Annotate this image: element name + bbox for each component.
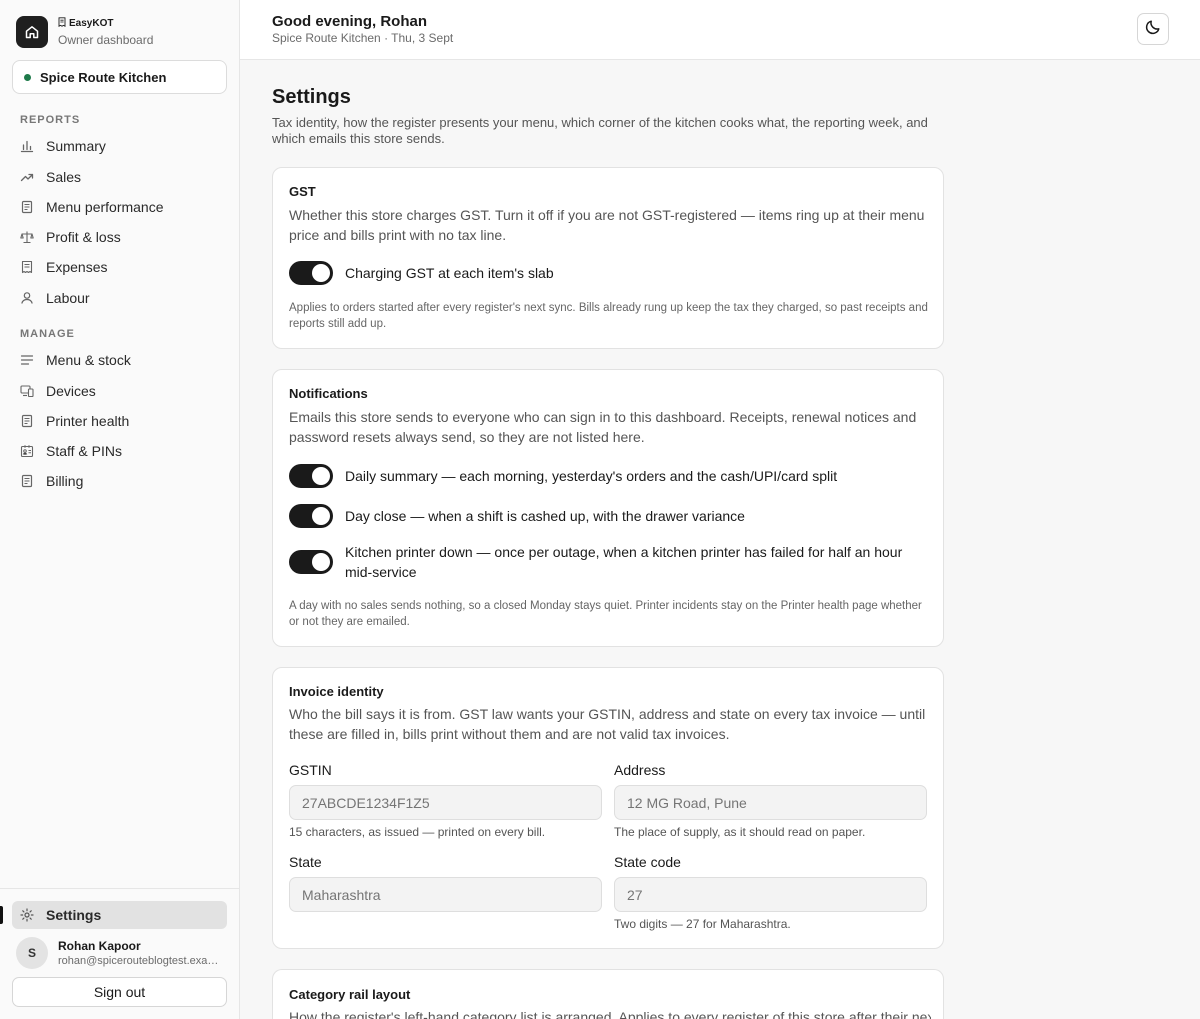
card-title: Invoice identity <box>289 684 384 699</box>
user-name: Rohan Kapoor <box>58 938 141 953</box>
sidebar-item-labour[interactable]: Labour <box>12 284 227 312</box>
notification-row-printer-down: Kitchen printer down — once per outage, … <box>289 542 929 582</box>
greeting: Good evening, Rohan <box>272 13 428 30</box>
card-description: How the register's left-hand category li… <box>289 1009 931 1019</box>
address-label: Address <box>614 762 666 778</box>
theme-toggle-button[interactable] <box>1137 13 1169 45</box>
sidebar-item-menu-stock[interactable]: Menu & stock <box>12 346 227 374</box>
home-icon <box>16 16 48 48</box>
receipt-logo-icon <box>58 16 66 32</box>
toggle-label: Day close — when a shift is cashed up, w… <box>345 508 745 524</box>
sidebar-item-menu-performance[interactable]: Menu performance <box>12 193 227 221</box>
page-description: Tax identity, how the register presents … <box>272 115 928 146</box>
brand-name: EasyKOT <box>69 18 114 29</box>
sidebar-item-sales[interactable]: Sales <box>12 163 227 191</box>
gstin-help: 15 characters, as issued — printed on ev… <box>289 825 546 839</box>
sidebar-item-label: Summary <box>46 138 106 154</box>
card-description: Who the bill says it is from. GST law wa… <box>289 706 926 742</box>
card-description: Emails this store sends to everyone who … <box>289 409 917 445</box>
sidebar-item-label: Menu & stock <box>46 352 131 368</box>
store-status-dot <box>24 73 31 81</box>
state-code-label: State code <box>614 854 681 870</box>
id-card-icon <box>20 444 34 458</box>
card-title: Notifications <box>289 386 368 401</box>
receipt-icon <box>20 474 34 488</box>
sign-out-button[interactable]: Sign out <box>12 977 227 1007</box>
notifications-card: Notifications Emails this store sends to… <box>272 369 944 647</box>
top-header: Good evening, Rohan Spice Route Kitchen … <box>240 0 1200 60</box>
invoice-identity-card: Invoice identity Who the bill says it is… <box>272 667 944 949</box>
gst-toggle[interactable] <box>289 261 333 285</box>
state-code-help: Two digits — 27 for Maharashtra. <box>614 917 791 931</box>
toggle-label: Kitchen printer down — once per outage, … <box>345 544 903 580</box>
daily-summary-toggle[interactable] <box>289 464 333 488</box>
user-profile[interactable]: S Rohan Kapoor rohan@spicerouteblogtest.… <box>16 937 222 969</box>
card-title: Category rail layout <box>289 987 411 1002</box>
bar-chart-icon <box>20 139 34 153</box>
sidebar-item-profit-loss[interactable]: Profit & loss <box>12 223 227 251</box>
sidebar: EasyKOT Owner dashboard Spice Route Kitc… <box>0 0 240 1019</box>
brand[interactable]: EasyKOT Owner dashboard <box>16 16 153 48</box>
list-icon <box>20 353 34 367</box>
gst-toggle-row: Charging GST at each item's slab <box>289 261 554 285</box>
sidebar-item-label: Staff & PINs <box>46 443 122 459</box>
sidebar-item-label: Billing <box>46 473 84 489</box>
nav-section-reports: REPORTS <box>20 114 81 126</box>
state-code-field[interactable] <box>614 877 927 912</box>
sidebar-item-label: Devices <box>46 383 96 399</box>
sidebar-item-label: Expenses <box>46 259 108 275</box>
gst-card: GST Whether this store charges GST. Turn… <box>272 167 944 349</box>
sidebar-item-label: Settings <box>46 907 102 923</box>
active-indicator <box>0 906 3 924</box>
sidebar-item-expenses[interactable]: Expenses <box>12 253 227 281</box>
brand-subtitle: Owner dashboard <box>58 32 154 47</box>
day-close-toggle[interactable] <box>289 504 333 528</box>
category-rail-card: Category rail layout How the register's … <box>272 969 944 1019</box>
state-label: State <box>289 854 322 870</box>
user-email: rohan@spicerouteblogtest.example <box>58 954 222 967</box>
scale-icon <box>20 230 34 244</box>
sidebar-item-summary[interactable]: Summary <box>12 132 227 160</box>
printer-icon <box>20 414 34 428</box>
sidebar-divider <box>0 888 239 889</box>
store-switcher[interactable]: Spice Route Kitchen <box>12 60 227 94</box>
devices-icon <box>20 384 34 398</box>
sidebar-item-label: Menu performance <box>46 199 164 215</box>
card-description: Whether this store charges GST. Turn it … <box>289 207 925 243</box>
sidebar-item-settings[interactable]: Settings <box>12 901 227 929</box>
sidebar-item-label: Profit & loss <box>46 229 121 245</box>
notification-row-daily-summary: Daily summary — each morning, yesterday'… <box>289 464 837 488</box>
sidebar-item-devices[interactable]: Devices <box>12 377 227 405</box>
sidebar-item-staff-pins[interactable]: Staff & PINs <box>12 437 227 465</box>
toggle-label: Daily summary — each morning, yesterday'… <box>345 468 838 484</box>
document-icon <box>20 200 34 214</box>
sidebar-item-label: Sales <box>46 169 82 185</box>
sidebar-item-printer-health[interactable]: Printer health <box>12 407 227 435</box>
user-icon <box>20 291 34 305</box>
sidebar-item-label: Printer health <box>46 413 130 429</box>
page-title: Settings <box>272 86 351 108</box>
printer-down-toggle[interactable] <box>289 550 333 574</box>
sidebar-item-billing[interactable]: Billing <box>12 467 227 495</box>
gear-icon <box>20 908 34 922</box>
address-help: The place of supply, as it should read o… <box>614 825 866 839</box>
state-field[interactable] <box>289 877 602 912</box>
gstin-label: GSTIN <box>289 762 332 778</box>
receipt-icon <box>20 260 34 274</box>
avatar: S <box>16 937 48 969</box>
trend-up-icon <box>20 170 34 184</box>
card-title: GST <box>289 184 316 199</box>
moon-icon <box>1144 18 1162 41</box>
card-note: A day with no sales sends nothing, so a … <box>289 600 922 628</box>
header-subline: Spice Route Kitchen · Thu, 3 Sept <box>272 31 454 45</box>
gstin-field[interactable] <box>289 785 602 820</box>
toggle-label: Charging GST at each item's slab <box>345 265 554 281</box>
address-field[interactable] <box>614 785 927 820</box>
notification-row-day-close: Day close — when a shift is cashed up, w… <box>289 504 745 528</box>
nav-section-manage: MANAGE <box>20 328 75 340</box>
sidebar-item-label: Labour <box>46 290 90 306</box>
card-note: Applies to orders started after every re… <box>289 302 928 330</box>
store-name: Spice Route Kitchen <box>40 69 167 85</box>
